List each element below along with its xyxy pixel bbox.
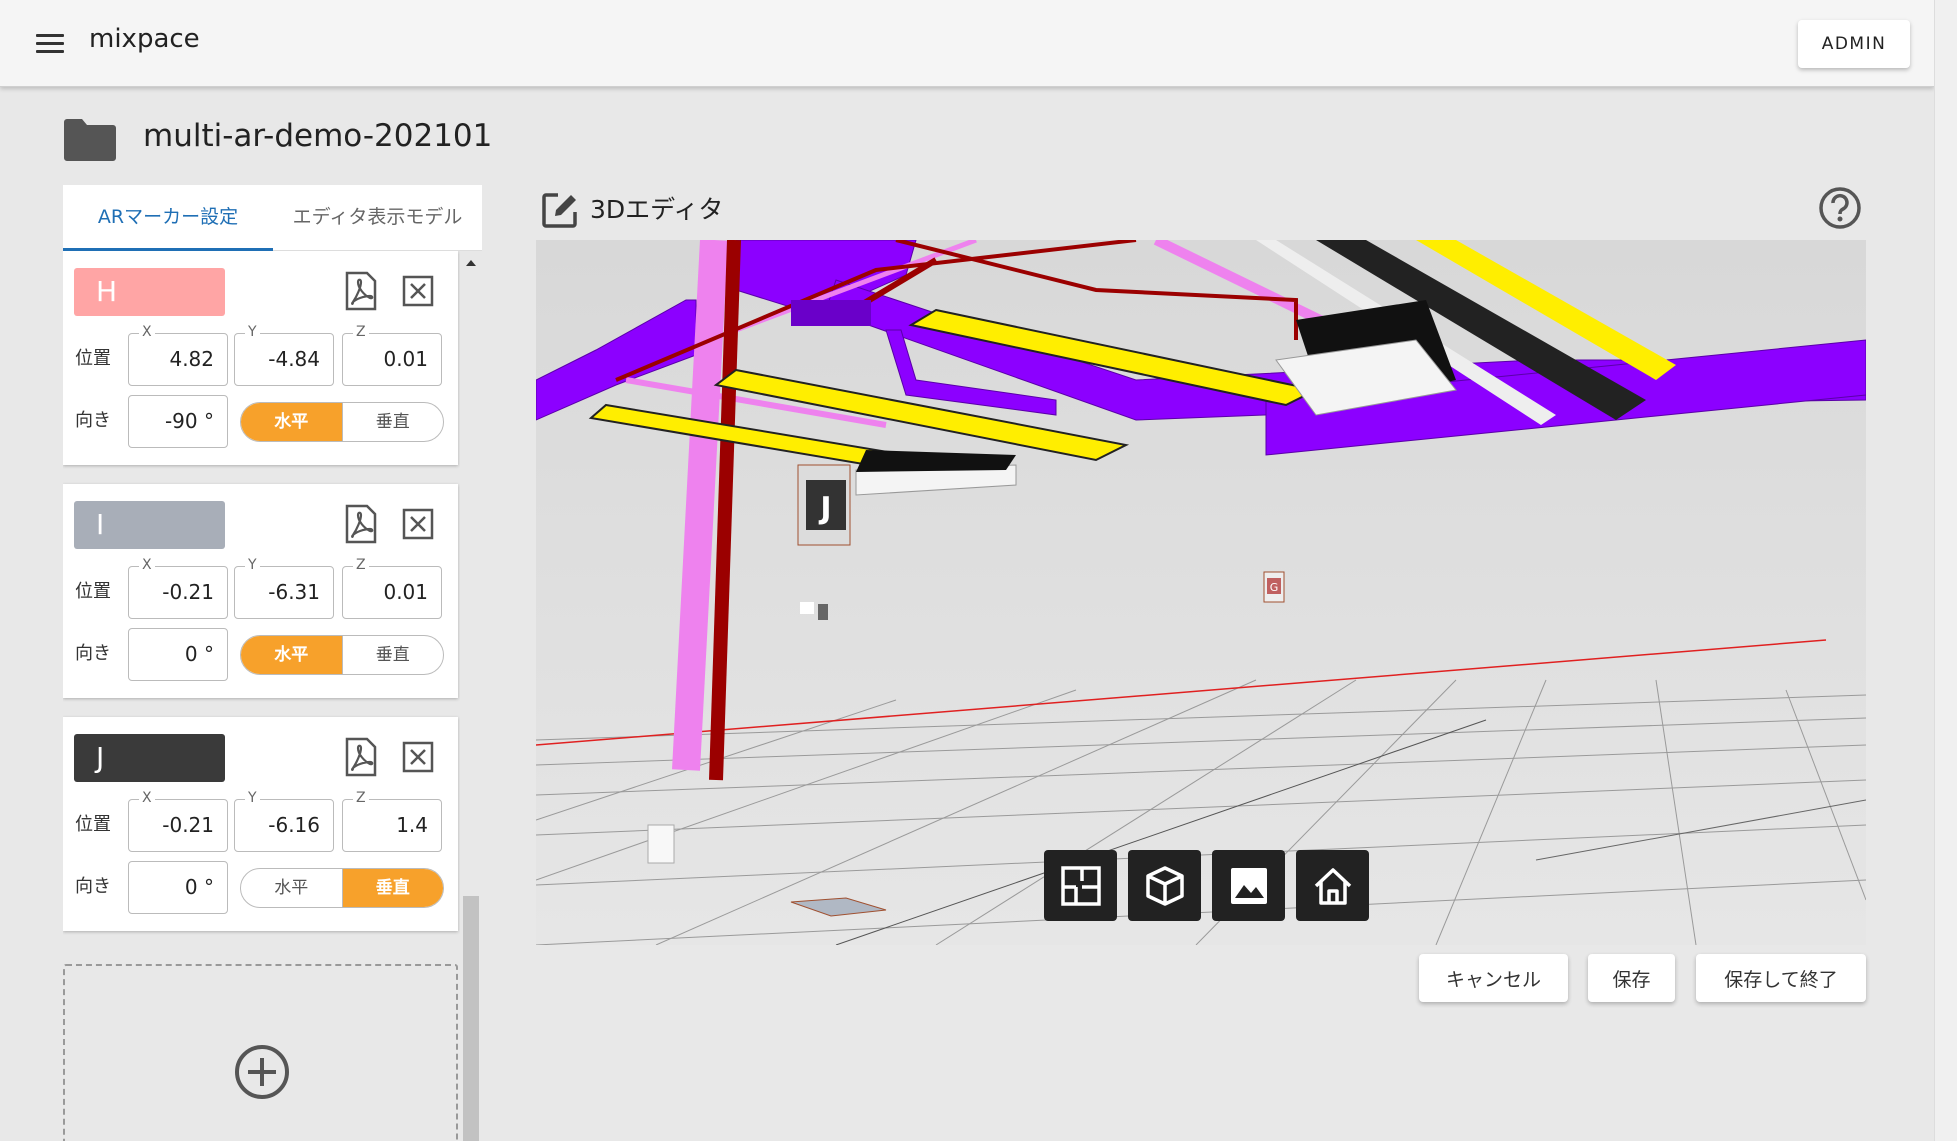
horizontal-option[interactable]: 水平 (241, 636, 343, 674)
app-bar: mixpace ADMIN (0, 0, 1934, 87)
cancel-button[interactable]: キャンセル (1419, 954, 1568, 1002)
menu-icon[interactable] (36, 31, 64, 55)
save-button[interactable]: 保存 (1588, 954, 1675, 1002)
home-icon (1314, 867, 1351, 905)
horizontal-option[interactable]: 水平 (241, 403, 343, 441)
position-label: 位置 (75, 814, 111, 835)
direction-label: 向き (75, 876, 111, 897)
floorplan-view-button[interactable] (1044, 850, 1117, 921)
list-scrollbar[interactable] (460, 251, 482, 1141)
orientation-toggle: 水平 垂直 (240, 868, 444, 908)
marker-g-object: G (1263, 571, 1285, 603)
position-label: 位置 (75, 581, 111, 602)
marker-card-h: H 位置 X 4.82 Y -4.84 Z 0.01 向き -90 ° 水平 垂直 (63, 251, 458, 465)
small-object (647, 824, 675, 864)
direction-label: 向き (75, 410, 111, 431)
small-object (818, 604, 828, 620)
marker-name-chip[interactable]: I (74, 501, 225, 549)
pdf-icon[interactable] (344, 737, 378, 777)
marker-name-chip[interactable]: H (74, 268, 225, 316)
tab-ar-marker-settings[interactable]: ARマーカー設定 (63, 185, 273, 251)
direction-label: 向き (75, 643, 111, 664)
z-field[interactable]: Z 1.4 (342, 789, 442, 852)
x-field[interactable]: X 4.82 (128, 323, 228, 386)
delete-icon[interactable] (401, 271, 435, 311)
y-field[interactable]: Y -6.31 (234, 556, 334, 619)
marker-panel: ARマーカー設定 エディタ表示モデル H 位置 X 4.82 Y -4.84 Z 0.… (63, 185, 482, 1141)
x-field[interactable]: X -0.21 (128, 556, 228, 619)
editor-title: 3Dエディタ (590, 195, 724, 224)
vertical-option[interactable]: 垂直 (342, 869, 443, 907)
horizontal-option[interactable]: 水平 (241, 869, 343, 907)
orientation-toggle: 水平 垂直 (240, 402, 444, 442)
viewport-toolbar (1044, 850, 1369, 921)
angle-field[interactable]: -90 ° (128, 395, 228, 448)
3d-view-button[interactable] (1128, 850, 1201, 921)
scroll-thumb[interactable] (463, 896, 479, 1141)
admin-button[interactable]: ADMIN (1798, 20, 1910, 68)
angle-field[interactable]: 0 ° (128, 861, 228, 914)
scroll-up-arrow-icon[interactable] (466, 260, 476, 266)
vertical-option[interactable]: 垂直 (343, 403, 444, 441)
vertical-option[interactable]: 垂直 (343, 636, 444, 674)
panel-tabs: ARマーカー設定 エディタ表示モデル (63, 185, 482, 251)
save-and-exit-button[interactable]: 保存して終了 (1696, 954, 1866, 1002)
edit-icon (542, 193, 577, 228)
pdf-icon[interactable] (344, 271, 378, 311)
y-field[interactable]: Y -4.84 (234, 323, 334, 386)
marker-list: H 位置 X 4.82 Y -4.84 Z 0.01 向き -90 ° 水平 垂直 I… (63, 251, 482, 1141)
marker-card-j: J 位置 X -0.21 Y -6.16 Z 1.4 向き 0 ° 水平 垂直 (63, 717, 458, 931)
delete-icon[interactable] (401, 737, 435, 777)
add-circle-icon (235, 1045, 289, 1099)
home-view-button[interactable] (1296, 850, 1369, 921)
image-view-button[interactable] (1212, 850, 1285, 921)
app-title: mixpace (89, 24, 200, 54)
position-label: 位置 (75, 348, 111, 369)
3d-viewport[interactable]: J G (536, 240, 1866, 945)
help-icon[interactable] (1818, 186, 1862, 230)
marker-j-object: J (797, 464, 851, 546)
project-title: multi-ar-demo-202101 (143, 118, 493, 154)
pdf-icon[interactable] (344, 504, 378, 544)
orientation-toggle: 水平 垂直 (240, 635, 444, 675)
x-field[interactable]: X -0.21 (128, 789, 228, 852)
page-scrollbar[interactable] (1934, 0, 1957, 1141)
z-field[interactable]: Z 0.01 (342, 323, 442, 386)
delete-icon[interactable] (401, 504, 435, 544)
angle-field[interactable]: 0 ° (128, 628, 228, 681)
marker-card-i: I 位置 X -0.21 Y -6.31 Z 0.01 向き 0 ° 水平 垂直 (63, 484, 458, 698)
marker-name-chip[interactable]: J (74, 734, 225, 782)
3d-scene[interactable]: J G (536, 240, 1866, 945)
marker-g-label: G (1270, 581, 1279, 594)
y-field[interactable]: Y -6.16 (234, 789, 334, 852)
tab-editor-display-model[interactable]: エディタ表示モデル (273, 185, 482, 251)
cube-icon (1145, 865, 1184, 906)
small-object (800, 602, 814, 614)
image-icon (1230, 867, 1267, 904)
marker-j-label: J (818, 491, 831, 526)
folder-icon (64, 119, 116, 161)
floorplan-icon (1060, 865, 1101, 906)
z-field[interactable]: Z 0.01 (342, 556, 442, 619)
add-marker-card[interactable] (63, 964, 458, 1141)
